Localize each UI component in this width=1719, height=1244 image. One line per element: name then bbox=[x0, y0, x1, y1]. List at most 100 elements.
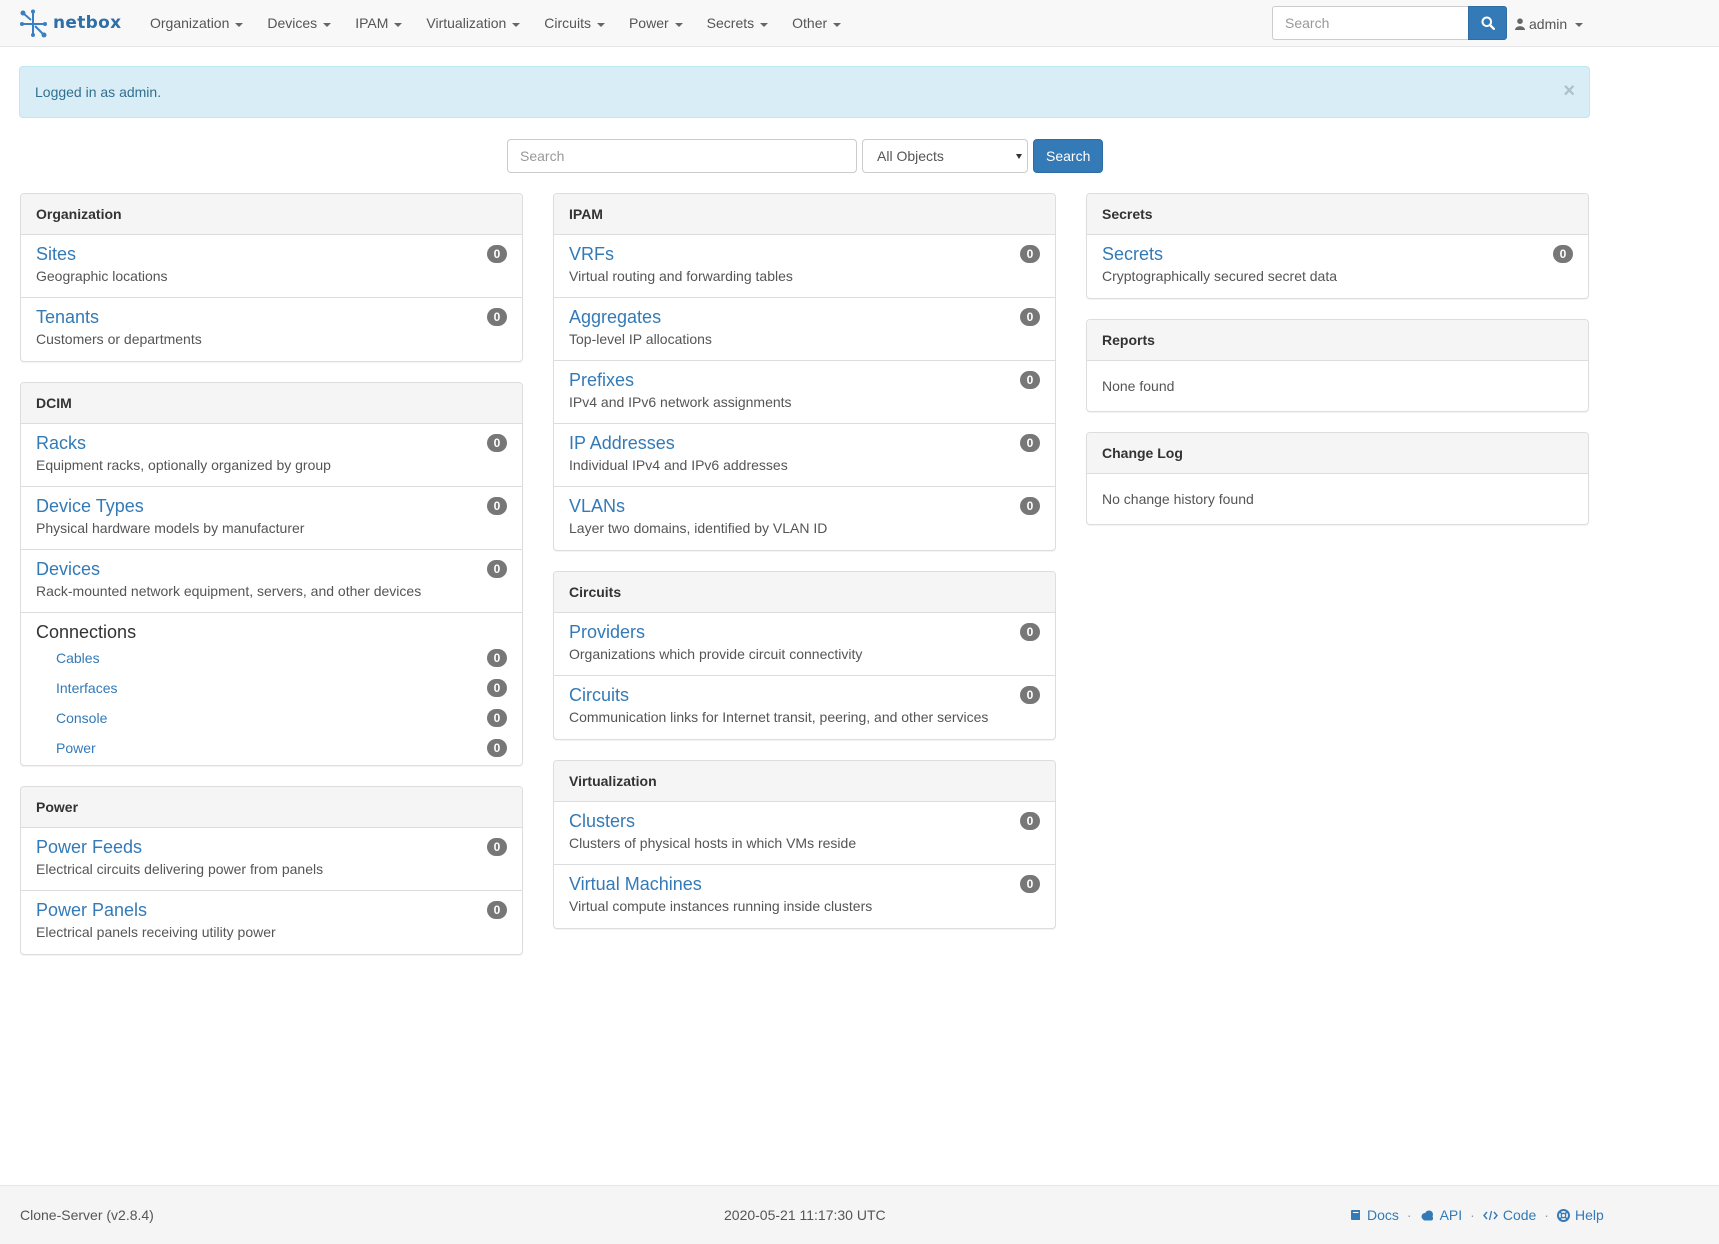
list-item: Virtual Machines Virtual compute instanc… bbox=[554, 865, 1055, 928]
navbar-search-input[interactable] bbox=[1272, 6, 1468, 40]
list-item: IP Addresses Individual IPv4 and IPv6 ad… bbox=[554, 424, 1055, 487]
global-search-input[interactable] bbox=[507, 139, 857, 173]
connections-item: Connections Cables 0 Interfaces 0 Consol… bbox=[21, 613, 522, 765]
nav-ipam[interactable]: IPAM bbox=[343, 0, 414, 47]
api-link[interactable]: API bbox=[1420, 1207, 1462, 1223]
circuits-panel: Circuits Providers Organizations which p… bbox=[553, 571, 1056, 740]
tenants-link[interactable]: Tenants bbox=[36, 306, 507, 328]
navbar-search-button[interactable] bbox=[1468, 6, 1507, 40]
alert-message: Logged in as admin. bbox=[35, 84, 162, 100]
top-navbar: netbox Organization Devices IPAM Virtual… bbox=[0, 0, 1719, 47]
cloud-icon bbox=[1421, 1210, 1433, 1220]
cables-link[interactable]: Cables 0 bbox=[36, 643, 507, 673]
nav-label: IPAM bbox=[355, 15, 389, 31]
global-search-button[interactable]: Search bbox=[1033, 139, 1104, 173]
racks-link[interactable]: Racks bbox=[36, 432, 507, 454]
secrets-panel: Secrets Secrets Cryptographically secure… bbox=[1086, 193, 1589, 299]
count-badge: 0 bbox=[1020, 875, 1040, 893]
prefixes-link[interactable]: Prefixes bbox=[569, 369, 1040, 391]
changelog-panel: Change Log No change history found bbox=[1086, 432, 1589, 525]
clusters-link[interactable]: Clusters bbox=[569, 810, 1040, 832]
item-description: Electrical circuits delivering power fro… bbox=[36, 861, 324, 877]
power-feeds-link[interactable]: Power Feeds bbox=[36, 836, 507, 858]
list-item: VLANs Layer two domains, identified by V… bbox=[554, 487, 1055, 550]
virtual-machines-link[interactable]: Virtual Machines bbox=[569, 873, 1040, 895]
nav-virtualization[interactable]: Virtualization bbox=[414, 0, 532, 47]
providers-link[interactable]: Providers bbox=[569, 621, 1040, 643]
item-description: Organizations which provide circuit conn… bbox=[569, 646, 863, 662]
list-item: Racks Equipment racks, optionally organi… bbox=[21, 424, 522, 487]
panel-heading: Reports bbox=[1087, 320, 1588, 361]
power-panels-link[interactable]: Power Panels bbox=[36, 899, 507, 921]
nav-label: Organization bbox=[150, 15, 230, 31]
sub-item-label: Console bbox=[56, 710, 108, 726]
footer-timestamp: 2020-05-21 11:17:30 UTC bbox=[724, 1207, 886, 1223]
item-description: Cryptographically secured secret data bbox=[1102, 268, 1338, 284]
dcim-panel: DCIM Racks Equipment racks, optionally o… bbox=[20, 382, 523, 766]
nav-other[interactable]: Other bbox=[780, 0, 853, 47]
nav-label: Secrets bbox=[706, 15, 755, 31]
item-description: Virtual compute instances running inside… bbox=[569, 898, 873, 914]
user-icon bbox=[1515, 17, 1525, 30]
footer-link-label: Help bbox=[1574, 1207, 1604, 1223]
console-link[interactable]: Console 0 bbox=[36, 703, 507, 733]
power-connections-link[interactable]: Power 0 bbox=[36, 733, 507, 763]
item-description: Layer two domains, identified by VLAN ID bbox=[569, 520, 828, 536]
caret-down-icon bbox=[833, 22, 842, 27]
user-menu[interactable]: admin bbox=[1515, 0, 1584, 47]
connections-title: Connections bbox=[36, 622, 137, 642]
device-types-link[interactable]: Device Types bbox=[36, 495, 507, 517]
navbar-search-form bbox=[1272, 6, 1507, 40]
sites-link[interactable]: Sites bbox=[36, 243, 507, 265]
list-item: Circuits Communication links for Interne… bbox=[554, 676, 1055, 739]
separator: · bbox=[1406, 1207, 1412, 1223]
item-description: Customers or departments bbox=[36, 331, 202, 347]
virtualization-panel: Virtualization Clusters Clusters of phys… bbox=[553, 760, 1056, 929]
code-link[interactable]: Code bbox=[1482, 1207, 1536, 1223]
close-icon[interactable]: × bbox=[1563, 67, 1575, 115]
list-item: Tenants Customers or departments 0 bbox=[21, 298, 522, 361]
nav-circuits[interactable]: Circuits bbox=[532, 0, 617, 47]
help-link[interactable]: Help bbox=[1556, 1207, 1604, 1223]
right-column: Secrets Secrets Cryptographically secure… bbox=[1086, 193, 1589, 545]
devices-link[interactable]: Devices bbox=[36, 558, 507, 580]
code-icon bbox=[1482, 1210, 1498, 1220]
count-badge: 0 bbox=[1020, 812, 1040, 830]
brand-logo[interactable]: netbox bbox=[19, 8, 121, 38]
vlans-link[interactable]: VLANs bbox=[569, 495, 1040, 517]
vrfs-link[interactable]: VRFs bbox=[569, 243, 1040, 265]
list-item: VRFs Virtual routing and forwarding tabl… bbox=[554, 235, 1055, 298]
nav-label: Devices bbox=[267, 15, 318, 31]
count-badge: 0 bbox=[1020, 371, 1040, 389]
brand-name: netbox bbox=[53, 13, 122, 33]
docs-link[interactable]: Docs bbox=[1350, 1207, 1399, 1223]
caret-down-icon bbox=[1016, 154, 1022, 159]
object-type-value: All Objects bbox=[877, 148, 944, 164]
list-item: Power Feeds Electrical circuits deliveri… bbox=[21, 828, 522, 891]
count-badge: 0 bbox=[1020, 308, 1040, 326]
item-description: Rack-mounted network equipment, servers,… bbox=[36, 583, 422, 599]
footer-link-label: Docs bbox=[1367, 1207, 1399, 1223]
interfaces-link[interactable]: Interfaces 0 bbox=[36, 673, 507, 703]
object-type-select[interactable]: All Objects bbox=[862, 139, 1028, 173]
nav-secrets[interactable]: Secrets bbox=[695, 0, 780, 47]
count-badge: 0 bbox=[487, 679, 507, 697]
list-item: Secrets Cryptographically secured secret… bbox=[1087, 235, 1588, 298]
reports-panel: Reports None found bbox=[1086, 319, 1589, 412]
nav-power[interactable]: Power bbox=[617, 0, 695, 47]
list-item: Devices Rack-mounted network equipment, … bbox=[21, 550, 522, 613]
circuits-link[interactable]: Circuits bbox=[569, 684, 1040, 706]
list-item: Aggregates Top-level IP allocations 0 bbox=[554, 298, 1055, 361]
ip-addresses-link[interactable]: IP Addresses bbox=[569, 432, 1040, 454]
nav-devices[interactable]: Devices bbox=[255, 0, 343, 47]
nav-organization[interactable]: Organization bbox=[138, 0, 255, 47]
username: admin bbox=[1529, 15, 1568, 32]
list-item: Providers Organizations which provide ci… bbox=[554, 613, 1055, 676]
aggregates-link[interactable]: Aggregates bbox=[569, 306, 1040, 328]
item-description: Equipment racks, optionally organized by… bbox=[36, 457, 331, 473]
caret-down-icon bbox=[1575, 22, 1584, 27]
list-item: Prefixes IPv4 and IPv6 network assignmen… bbox=[554, 361, 1055, 424]
secrets-link[interactable]: Secrets bbox=[1102, 243, 1573, 265]
global-search-form: All Objects Search bbox=[507, 139, 1104, 173]
item-description: Communication links for Internet transit… bbox=[569, 709, 989, 725]
